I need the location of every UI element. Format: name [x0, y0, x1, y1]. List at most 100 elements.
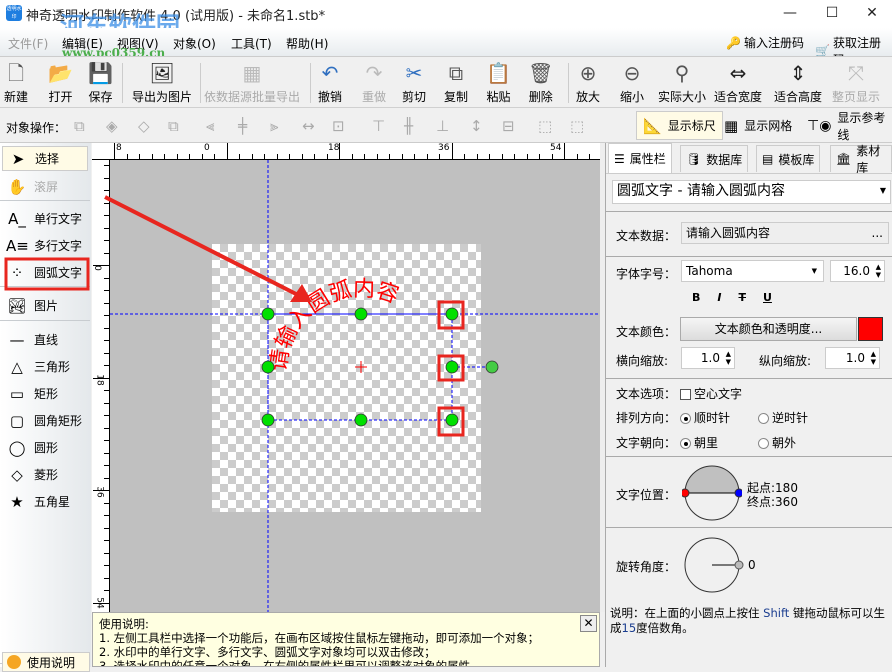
- tab-templates[interactable]: ▤ 模板库: [756, 145, 821, 172]
- help-button[interactable]: 使用说明: [2, 652, 90, 672]
- hollow-checkbox[interactable]: 空心文字: [680, 385, 742, 402]
- show-ruler-toggle[interactable]: 📐 显示标尺: [636, 111, 723, 140]
- paste-button[interactable]: 📋 粘贴: [486, 61, 511, 105]
- tab-assets[interactable]: 🏛 素材库: [830, 144, 892, 175]
- underline-button[interactable]: U: [763, 291, 772, 304]
- align-bottom-icon[interactable]: ⊥: [436, 117, 449, 135]
- horizontal-ruler: 8 0 18 36 54: [92, 143, 628, 160]
- tool-circle[interactable]: ◯ 圆形: [2, 435, 88, 460]
- properties-panel: ☰ 属性栏 🛢 数据库 ▤ 模板库 🏛 素材库 圆弧文字 - 请输入圆弧内容 ▼ 文本数据…: [605, 143, 892, 667]
- cut-button[interactable]: ✂ 剪切: [402, 61, 426, 105]
- vscale-stepper[interactable]: 1.0 ▲ ▼: [825, 347, 880, 369]
- radio-outward[interactable]: 朝外: [758, 434, 796, 451]
- watermark-canvas[interactable]: [212, 244, 481, 512]
- tool-multi-line-text[interactable]: A≡ 多行文字: [2, 233, 88, 258]
- tool-select[interactable]: ➤ 选择: [2, 146, 88, 171]
- show-guides-toggle[interactable]: ⊤◉ 显示参考线: [801, 111, 892, 142]
- fit-width-button[interactable]: ⇔ 适合宽度: [714, 61, 762, 105]
- rotation-dial[interactable]: [682, 536, 746, 594]
- align-center-icon[interactable]: ╪: [238, 117, 247, 135]
- tool-label: 图片: [34, 299, 59, 313]
- group-icon[interactable]: ⬚: [538, 117, 552, 135]
- same-height-icon[interactable]: ↕: [470, 117, 483, 135]
- redo-button[interactable]: ↷ 重做: [362, 61, 386, 105]
- tool-label: 选择: [35, 152, 60, 166]
- help-line: 2. 水印中的单行文字、多行文字、圆弧文字对象均可以双击修改；: [99, 645, 436, 659]
- copy-button[interactable]: ⧉ 复制: [444, 61, 468, 105]
- show-grid-label: 显示网格: [744, 119, 793, 133]
- batch-export-button[interactable]: ▦ 依数据源批量导出: [204, 61, 300, 105]
- tool-arc-text[interactable]: ⁘ 圆弧文字: [2, 260, 88, 285]
- show-grid-toggle[interactable]: ▦ 显示网格: [718, 111, 798, 140]
- tool-label: 滚屏: [34, 180, 59, 194]
- tool-single-line-text[interactable]: A_ 单行文字: [2, 206, 88, 231]
- text-position-dial[interactable]: [682, 465, 742, 523]
- align-right-icon[interactable]: ⫸: [270, 117, 278, 135]
- bring-forward-icon[interactable]: ⧉: [74, 117, 85, 135]
- tab-properties[interactable]: ☰ 属性栏: [608, 143, 672, 173]
- fit-height-button[interactable]: ⇕ 适合高度: [774, 61, 822, 105]
- radio-inward[interactable]: 朝里: [680, 434, 718, 451]
- tool-rectangle[interactable]: ▭ 矩形: [2, 381, 88, 406]
- bold-button[interactable]: B: [692, 291, 700, 304]
- ungroup-icon[interactable]: ⬚: [570, 117, 584, 135]
- distribute-v-icon[interactable]: ⊟: [502, 117, 515, 135]
- actual-size-button[interactable]: ⚲ 实际大小: [658, 61, 706, 105]
- radio-counterclockwise[interactable]: 逆时针: [758, 409, 808, 426]
- radio-clockwise[interactable]: 顺时针: [680, 409, 730, 426]
- color-button[interactable]: 文本颜色和透明度...: [680, 317, 857, 341]
- new-button[interactable]: 🗋 新建: [4, 61, 28, 105]
- close-button[interactable]: ✕: [852, 2, 892, 26]
- bring-front-icon[interactable]: ◈: [106, 117, 118, 135]
- tool-rounded-rectangle[interactable]: ▢ 圆角矩形: [2, 408, 88, 433]
- tool-image[interactable]: 🏞 图片: [2, 293, 88, 318]
- save-button[interactable]: 💾 保存: [88, 61, 113, 105]
- cut-label: 剪切: [402, 90, 427, 104]
- align-left-icon[interactable]: ⫷: [206, 117, 214, 135]
- menu-file[interactable]: 文件(F): [8, 35, 48, 52]
- align-top-icon[interactable]: ⊤: [372, 117, 385, 135]
- send-back-icon[interactable]: ◇: [138, 117, 150, 135]
- send-backward-icon[interactable]: ⧉: [168, 117, 179, 135]
- edit-text-button[interactable]: ...: [872, 223, 883, 243]
- minimize-button[interactable]: —: [770, 2, 810, 26]
- italic-button[interactable]: I: [717, 291, 721, 304]
- zoom-out-button[interactable]: ⊖ 缩小: [620, 61, 644, 105]
- vscale-label: 纵向缩放:: [759, 354, 812, 368]
- font-size-stepper[interactable]: 16.0 ▲ ▼: [830, 260, 885, 282]
- help-close-button[interactable]: ✕: [580, 615, 597, 632]
- object-select[interactable]: 圆弧文字 - 请输入圆弧内容 ▼: [612, 180, 891, 204]
- enter-code-button[interactable]: 🔑 输入注册码: [726, 34, 804, 51]
- export-image-icon: 🖼: [149, 61, 175, 85]
- export-image-button[interactable]: 🖼 导出为图片: [132, 61, 192, 105]
- font-select[interactable]: Tahoma ▼: [681, 260, 824, 282]
- strikethrough-button[interactable]: T: [738, 291, 746, 304]
- options-label: 文本选项：: [616, 387, 677, 401]
- menu-tools[interactable]: 工具(T): [231, 35, 272, 52]
- help-panel: 使用说明: 1. 左侧工具栏中选择一个功能后，在画布区域按住鼠标左键拖动，即可添…: [92, 612, 600, 667]
- text-data-field[interactable]: 请输入圆弧内容...: [681, 222, 889, 244]
- maximize-button[interactable]: ☐: [812, 2, 852, 26]
- tool-pan[interactable]: ✋ 滚屏: [2, 174, 88, 199]
- tool-diamond[interactable]: ◇ 菱形: [2, 462, 88, 487]
- fit-page-button[interactable]: ⤧ 整页显示: [832, 61, 880, 105]
- menu-help[interactable]: 帮助(H): [286, 35, 328, 52]
- tool-triangle[interactable]: △ 三角形: [2, 354, 88, 379]
- tool-star[interactable]: ★ 五角星: [2, 489, 88, 514]
- open-button[interactable]: 📂 打开: [48, 61, 73, 105]
- inward-label: 朝里: [694, 436, 719, 450]
- zoom-in-button[interactable]: ⊕ 放大: [576, 61, 600, 105]
- tool-line[interactable]: — 直线: [2, 327, 88, 352]
- hscale-stepper[interactable]: 1.0 ▲ ▼: [681, 347, 735, 369]
- delete-button[interactable]: 🗑 删除: [528, 61, 553, 105]
- help-line: 3. 选择水印中的任意一个对象，在右侧的属性栏里可以调整该对象的属性: [99, 659, 471, 667]
- tab-database[interactable]: 🛢 数据库: [680, 145, 749, 172]
- zoom-in-label: 放大: [576, 90, 601, 104]
- same-width-icon[interactable]: ↔: [302, 117, 315, 135]
- menu-object[interactable]: 对象(O): [173, 35, 216, 52]
- color-swatch[interactable]: [858, 317, 883, 341]
- undo-button[interactable]: ↶ 撤销: [318, 61, 342, 105]
- align-middle-icon[interactable]: ╫: [404, 117, 413, 135]
- rounded-rectangle-icon: ▢: [9, 411, 25, 430]
- distribute-h-icon[interactable]: ⊡: [332, 117, 345, 135]
